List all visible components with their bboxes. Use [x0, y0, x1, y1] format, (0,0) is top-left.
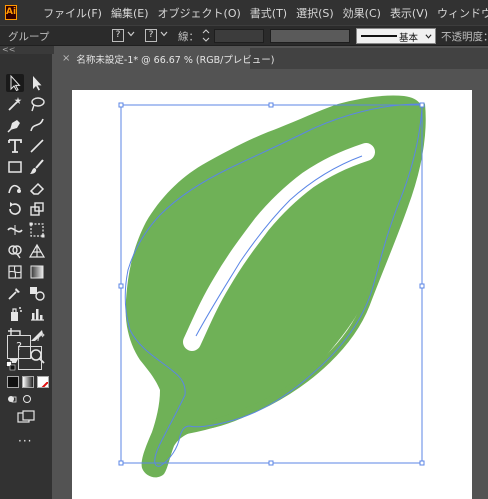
canvas-artwork: [118, 95, 426, 478]
